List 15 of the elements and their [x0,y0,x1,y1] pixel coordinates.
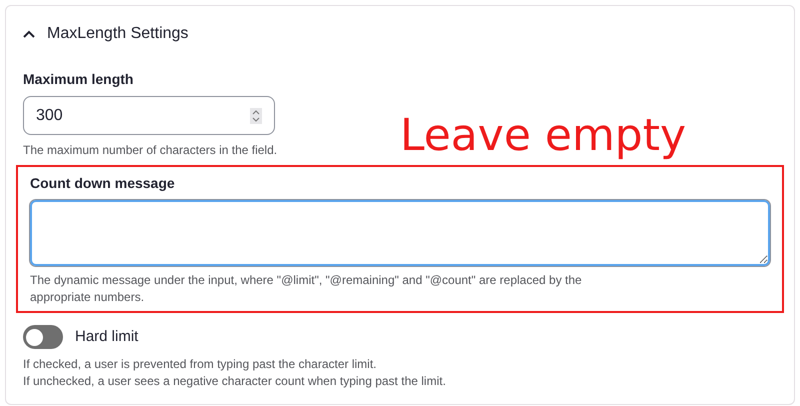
message-field[interactable] [30,200,770,266]
field-label: Maximum length [23,70,134,88]
field-description: The dynamic message under the input, where "@limit", "@remaining" and "@count" are replaced by the appropriate numbers. [30,272,583,306]
number-field[interactable]: 300 [23,96,275,135]
field-label: Count down message [30,174,175,192]
field-value: 300 [36,106,63,126]
toggle-label: Hard limit [75,326,138,347]
spinner-icon [250,108,262,124]
toggle-switch[interactable] [23,325,63,349]
annotation-text: Leave empty [400,110,686,162]
section-toggle[interactable]: MaxLength Settings [23,22,188,46]
field-description: If checked, a user is prevented from typing past the character limit. [23,356,376,373]
chevron-up-icon [23,30,35,38]
field-description: If unchecked, a user sees a negative character count when typing past the limit. [23,373,446,390]
field-description: The maximum number of characters in the field. [23,142,278,159]
